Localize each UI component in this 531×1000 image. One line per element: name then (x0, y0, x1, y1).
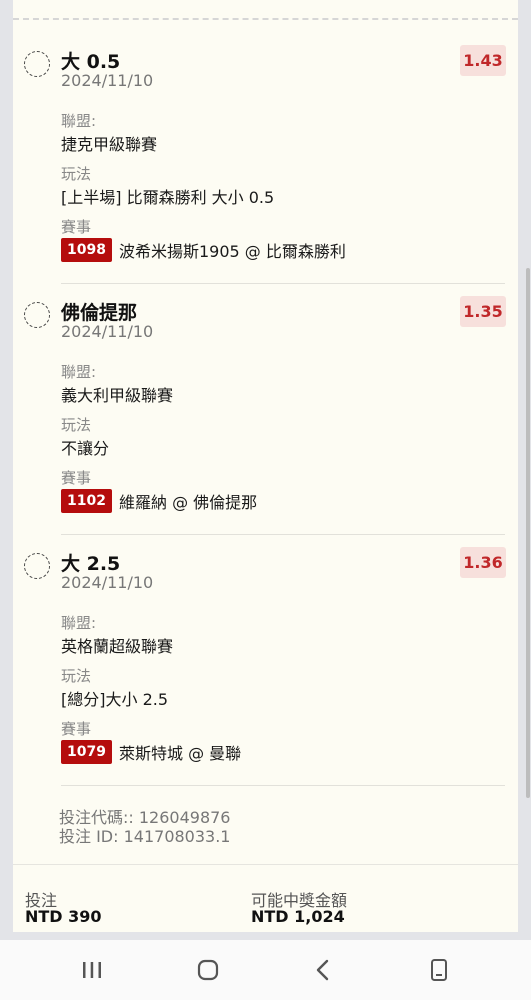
bet-date: 2024/11/10 (61, 322, 154, 341)
league-value: 捷克甲級聯賽 (61, 135, 158, 154)
odds-badge: 1.36 (460, 547, 506, 578)
divider (61, 534, 505, 535)
match-teams: 維羅納 @ 佛倫提那 (119, 493, 258, 512)
divider (61, 785, 505, 786)
league-label: 聯盟: (61, 614, 97, 632)
bet-selection: 大 0.5 (61, 51, 121, 73)
match-id-badge: 1079 (61, 740, 112, 764)
league-value: 義大利甲級聯賽 (61, 386, 174, 405)
match-label: 賽事 (61, 469, 92, 487)
match-line: 1102 維羅納 @ 佛倫提那 (61, 489, 257, 513)
market-value: [總分]大小 2.5 (61, 690, 169, 709)
market-label: 玩法 (61, 165, 92, 183)
recent-apps-icon[interactable] (72, 950, 112, 990)
divider (61, 283, 505, 284)
league-label: 聯盟: (61, 363, 97, 381)
select-radio[interactable] (24, 51, 50, 77)
league-value: 英格蘭超級聯賽 (61, 637, 174, 656)
bet-selection: 佛倫提那 (61, 302, 138, 324)
payout-value: NTD 1,024 (251, 907, 345, 926)
home-icon[interactable] (188, 950, 228, 990)
league-label: 聯盟: (61, 112, 97, 130)
match-id-badge: 1098 (61, 238, 112, 262)
match-teams: 萊斯特城 @ 曼聯 (119, 744, 242, 763)
odds-badge: 1.43 (460, 45, 506, 76)
bet-id: 投注 ID: 141708033.1 (59, 827, 231, 846)
bet-slip-card: 大 0.5 2024/11/10 1.43 聯盟: 捷克甲級聯賽 玩法 [上半場… (13, 20, 518, 932)
footer-divider (13, 864, 518, 865)
match-line: 1079 萊斯特城 @ 曼聯 (61, 740, 241, 764)
previous-card-edge (13, 0, 518, 20)
select-radio[interactable] (24, 302, 50, 328)
match-label: 賽事 (61, 218, 92, 236)
market-value: 不讓分 (61, 439, 110, 458)
select-radio[interactable] (24, 553, 50, 579)
back-icon[interactable] (303, 950, 343, 990)
bet-selection: 大 2.5 (61, 553, 121, 575)
market-label: 玩法 (61, 667, 92, 685)
match-teams: 波希米揚斯1905 @ 比爾森勝利 (119, 242, 346, 261)
match-line: 1098 波希米揚斯1905 @ 比爾森勝利 (61, 238, 346, 262)
rotate-icon[interactable] (419, 950, 459, 990)
market-value: [上半場] 比爾森勝利 大小 0.5 (61, 188, 275, 207)
system-navbar (0, 940, 531, 1000)
bet-date: 2024/11/10 (61, 573, 154, 592)
odds-badge: 1.35 (460, 296, 506, 327)
match-label: 賽事 (61, 720, 92, 738)
match-id-badge: 1102 (61, 489, 112, 513)
bet-date: 2024/11/10 (61, 71, 154, 90)
scrollbar[interactable] (526, 268, 530, 798)
stake-value: NTD 390 (25, 907, 102, 926)
market-label: 玩法 (61, 416, 92, 434)
